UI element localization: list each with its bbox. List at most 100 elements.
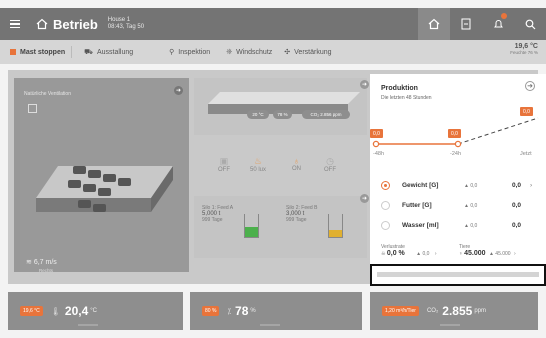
arrow-right-icon[interactable]: ➜ <box>360 80 369 89</box>
animals-stat[interactable]: Tiere ♆ 45.000 ▲ 45.000 › <box>459 244 516 257</box>
humidity-icon: ⁒ <box>227 306 232 316</box>
production-title: Produktion <box>381 85 418 92</box>
temperature-unit: °C <box>90 308 97 314</box>
timeline-chip-mid: 0,0 <box>448 129 461 138</box>
radio-selected[interactable] <box>381 181 390 190</box>
silo-days: 999 Tage <box>202 217 223 223</box>
top-bar: Betrieb House 1 08:43, Tag 50 <box>0 8 546 40</box>
chevron-right-icon[interactable]: › <box>514 251 516 257</box>
status-card[interactable]: ▣ OFF ♨ 50 lux ♁ ON ◷ OFF <box>194 140 367 190</box>
status-label: ON <box>292 166 301 172</box>
action-label: Windschutz <box>236 48 273 56</box>
co2-unit: ppm <box>474 308 486 314</box>
divider <box>440 324 460 326</box>
humidity-unit: % <box>250 308 256 314</box>
temperature-card[interactable]: 19,6 °C 🌡 20,4 °C <box>8 292 183 330</box>
outside-humidity: Feuchte 76 % <box>510 50 538 55</box>
chevron-right-icon[interactable]: › <box>530 182 532 189</box>
silo-1: Silo 1: Feed A 5,000 t 999 Tage <box>202 205 240 223</box>
production-panel: Produktion Die letzten 48 Stunden ➜ 0,0 … <box>370 74 546 284</box>
metric-delta: ▲ 0,0 <box>464 223 478 229</box>
home-tab-icon[interactable] <box>418 8 450 40</box>
house-info: House 1 08:43, Tag 50 <box>108 17 144 32</box>
climate-card[interactable]: 20 °C 78 % CO₂ 2.856 ppm ➜ <box>194 78 369 135</box>
light-status: ♨ 50 lux <box>250 156 266 173</box>
stop-icon <box>10 49 16 55</box>
temperature-chip: 19,6 °C <box>20 306 43 316</box>
heating-status: ▣ OFF <box>218 156 230 173</box>
action-windschutz[interactable]: ❊ Windschutz <box>226 48 273 57</box>
scroll-track[interactable] <box>377 272 539 277</box>
action-verstaerkung[interactable]: ✣ Verstärkung <box>284 48 332 57</box>
arrow-right-icon[interactable]: ➜ <box>360 194 369 203</box>
search-icon[interactable] <box>514 8 546 40</box>
silo-2-gauge <box>328 214 343 238</box>
highlighted-scrollbar[interactable] <box>370 264 546 286</box>
stop-fattening-button[interactable]: Mast stoppen <box>10 49 65 56</box>
metric-label: Futter [G] <box>402 202 432 209</box>
silo-card[interactable]: Silo 1: Feed A 5,000 t 999 Tage Silo 2: … <box>194 194 369 258</box>
action-inspektion[interactable]: ⚲ Inspektion <box>169 48 210 57</box>
clock-icon: ◷ <box>326 156 334 166</box>
bell-icon[interactable] <box>482 8 514 40</box>
divider <box>78 324 98 326</box>
metric-delta: ▲ 0,0 <box>464 183 478 189</box>
arrow-right-icon[interactable]: ➜ <box>174 86 183 95</box>
wind-icon: ≋ <box>26 259 34 266</box>
menu-icon[interactable] <box>10 19 20 29</box>
barn-illustration <box>36 166 173 212</box>
metric-value: 0,0 <box>512 202 522 209</box>
climate-temp-pill: 20 °C <box>247 110 269 119</box>
ventilation-card[interactable]: Natürliche Ventilation ➜ ≋ 6,7 m/s Recht… <box>14 78 189 273</box>
arrow-right-icon[interactable]: ➜ <box>525 81 535 91</box>
wind-speed: ≋ 6,7 m/s <box>26 258 57 266</box>
wind-value: 6,7 m/s <box>33 259 57 266</box>
lightbulb-icon: ♨ <box>253 156 263 166</box>
action-bar: Mast stoppen ⛟ Ausstallung ⚲ Inspektion … <box>0 40 546 64</box>
timeline-label-mid: -24h <box>450 151 462 157</box>
timeline-label-start: -48h <box>373 151 385 157</box>
divider <box>71 46 73 58</box>
silo-2: Silo 2: Feed B 3,000 t 999 Tage <box>286 205 324 223</box>
climate-co2-pill: CO₂ 2.856 ppm <box>302 110 350 119</box>
radio-unselected[interactable] <box>381 221 390 230</box>
brand-title[interactable]: Betrieb <box>53 17 98 32</box>
silo-days: 999 Tage <box>286 217 307 223</box>
loss-rate-stat[interactable]: Verlustrate ☠ 0,0 % ▲ 0,0 › <box>381 244 437 257</box>
status-label: OFF <box>218 167 230 173</box>
house-name: House 1 <box>107 16 131 23</box>
action-label: Verstärkung <box>294 48 332 56</box>
humidity-card[interactable]: 80 % ⁒ 78 % <box>190 292 362 330</box>
metric-delta: ▲ 0,0 <box>464 203 478 209</box>
radio-unselected[interactable] <box>381 201 390 210</box>
timeline-label-end: Jetzt <box>520 151 532 157</box>
heater-icon: ▣ <box>219 156 229 166</box>
co2-value: 2.855 <box>442 304 473 318</box>
timeline-chip-start: 0,0 <box>370 129 383 138</box>
checklist-icon[interactable] <box>450 8 482 40</box>
metric-row-water[interactable]: Wasser [ml] ▲ 0,0 0,0 <box>381 219 541 233</box>
temperature-value: 20,4 <box>64 304 89 318</box>
pin-icon: ⚲ <box>169 49 175 56</box>
ventilation-title: Natürliche Ventilation <box>24 91 71 97</box>
co2-chip: 1,20 m³/h/Tier <box>382 306 419 316</box>
action-ausstallung[interactable]: ⛟ Ausstallung <box>84 48 133 57</box>
thermometer-icon: 🌡 <box>50 306 61 316</box>
wind-direction: Rechts <box>39 268 54 273</box>
barn-mini-illustration <box>208 92 360 114</box>
metric-row-feed[interactable]: Futter [G] ▲ 0,0 0,0 <box>381 199 541 213</box>
outside-climate: 19,6 °C Feuchte 76 % <box>510 43 538 55</box>
truck-icon: ⛟ <box>84 48 93 56</box>
co2-card[interactable]: 1,20 m³/h/Tier CO₂ 2.855 ppm <box>370 292 538 330</box>
metric-row-weight[interactable]: Gewicht [G] ▲ 0,0 0,0 › <box>381 179 541 193</box>
animals-delta: ▲ 45.000 <box>488 251 511 257</box>
metric-value: 0,0 <box>512 182 522 189</box>
metric-value: 0,0 <box>512 222 522 229</box>
humidity-chip: 80 % <box>202 306 220 316</box>
drop-icon: ♁ <box>293 156 300 166</box>
metric-label: Gewicht [G] <box>402 182 439 189</box>
water-status: ♁ ON <box>292 156 301 172</box>
window-icon <box>28 104 37 113</box>
chevron-right-icon[interactable]: › <box>435 251 437 257</box>
house-time: 08:43, Tag 50 <box>107 24 145 30</box>
